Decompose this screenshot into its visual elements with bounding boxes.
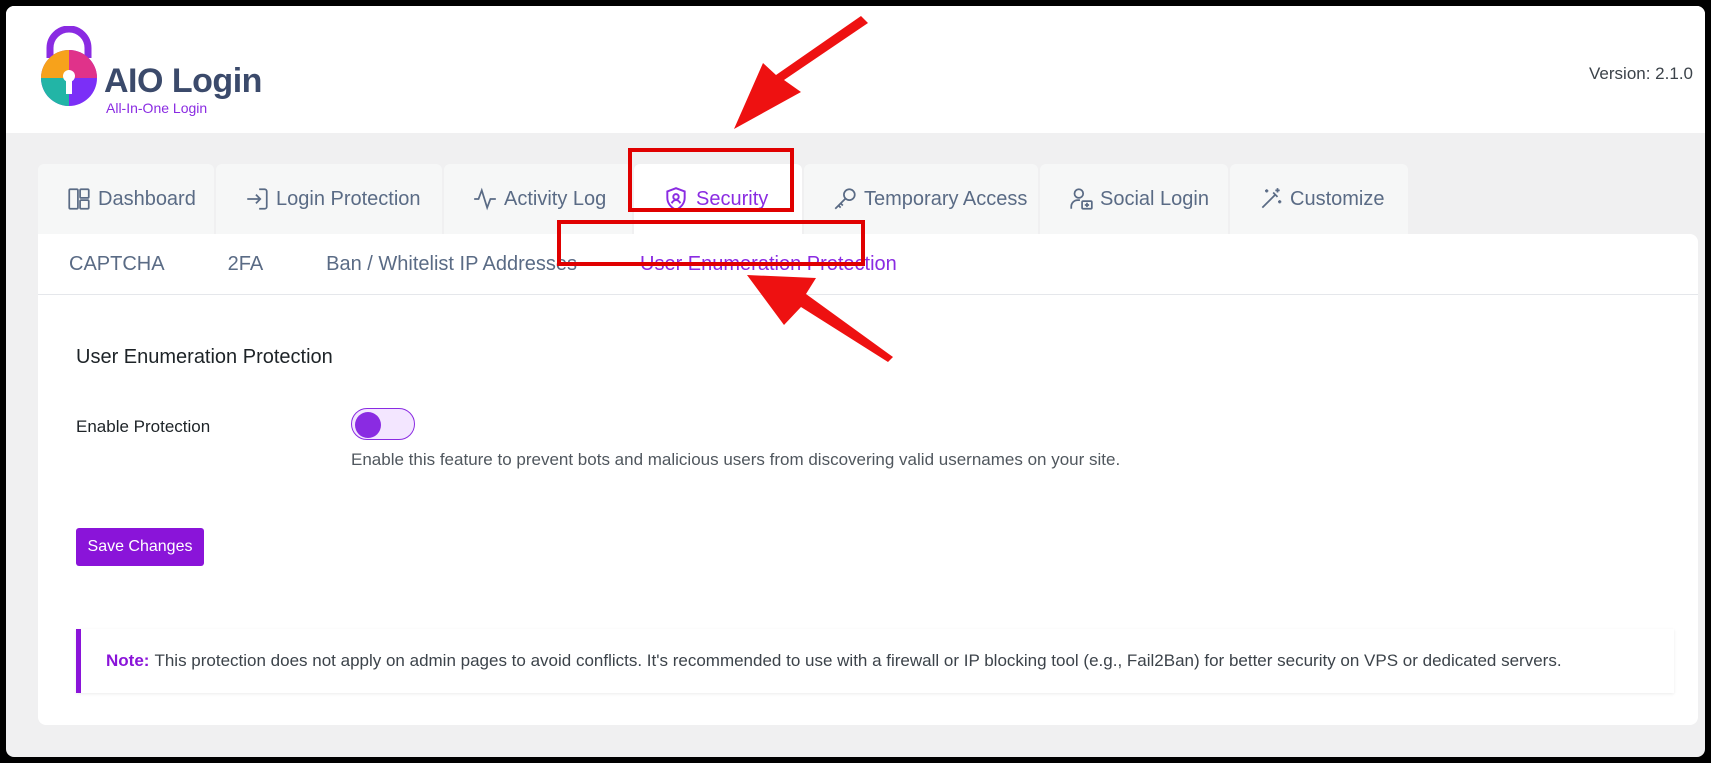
arrow-up-icon	[747, 275, 893, 362]
arrow-down-icon	[734, 16, 868, 129]
annotation-arrows	[734, 16, 893, 362]
app-window: AIO Login All-In-One Login Version: 2.1.…	[6, 6, 1705, 757]
